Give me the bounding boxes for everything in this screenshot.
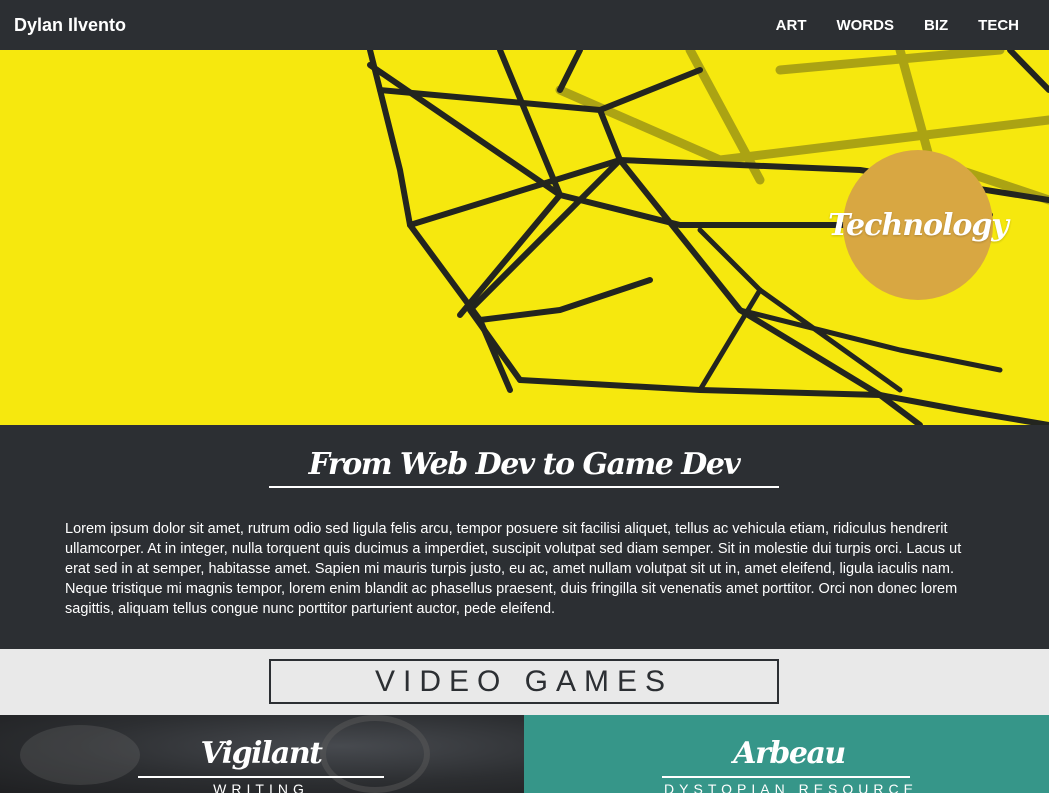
card-divider (138, 776, 384, 778)
section-body-text: Lorem ipsum dolor sit amet, rutrum odio … (65, 521, 962, 617)
technology-badge: Technology (828, 150, 1009, 300)
intro-section: From Web Dev to Game Dev Lorem ipsum dol… (0, 425, 1049, 649)
section-title: From Web Dev to Game Dev (269, 445, 779, 488)
card-title: Vigilant (200, 736, 323, 771)
nav-link-tech[interactable]: TECH (978, 17, 1019, 34)
card-title: Arbeau (733, 736, 846, 771)
top-navbar: Dylan Ilvento ART WORDS BIZ TECH (0, 0, 1049, 50)
card-vigilant[interactable]: Vigilant WRITING (0, 715, 524, 793)
nav-link-words[interactable]: WORDS (836, 17, 894, 34)
hero-banner: Technology (0, 50, 1049, 425)
card-subtitle: DYSTOPIAN RESOURCE (664, 781, 918, 793)
nav-link-art[interactable]: ART (776, 17, 807, 34)
video-games-heading: VIDEO GAMES (269, 659, 779, 704)
video-games-cards: Vigilant WRITING Arbeau DYSTOPIAN RESOUR… (0, 715, 1049, 793)
card-background-decoration (20, 725, 140, 785)
card-subtitle: WRITING (213, 781, 309, 793)
nav-link-biz[interactable]: BIZ (924, 17, 948, 34)
video-games-header: VIDEO GAMES (0, 649, 1049, 715)
card-arbeau[interactable]: Arbeau DYSTOPIAN RESOURCE (524, 715, 1049, 793)
card-divider (662, 776, 910, 778)
brand-link[interactable]: Dylan Ilvento (14, 15, 126, 36)
nav-links: ART WORDS BIZ TECH (776, 17, 1019, 34)
